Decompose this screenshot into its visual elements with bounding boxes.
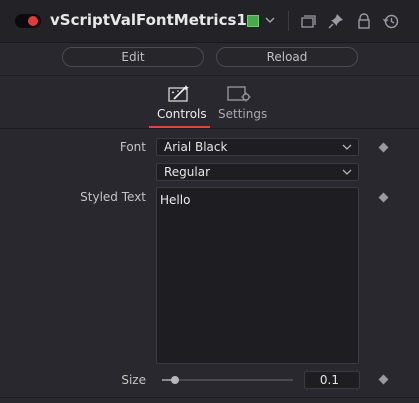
size-slider-handle[interactable] <box>171 376 180 384</box>
font-style-value: Regular <box>164 165 211 179</box>
font-style-select[interactable]: Regular <box>156 163 359 181</box>
chevron-down-icon <box>342 144 352 150</box>
tabs-divider <box>0 128 419 129</box>
toggle-indicator <box>28 16 38 26</box>
bottom-divider <box>0 397 419 398</box>
version-icon[interactable] <box>300 13 316 29</box>
edit-button[interactable]: Edit <box>62 47 204 67</box>
chevron-down-icon <box>342 169 352 175</box>
tool-header: vScriptValFontMetrics1 <box>0 0 419 42</box>
styled-text-keyframe-diamond-icon[interactable] <box>378 192 389 203</box>
reset-icon[interactable] <box>383 13 399 29</box>
controls-wand-icon <box>168 85 189 102</box>
reload-button[interactable]: Reload <box>216 47 358 67</box>
styled-text-input[interactable]: Hello <box>156 187 359 364</box>
size-keyframe-diamond-icon[interactable] <box>378 374 389 385</box>
size-slider-track[interactable] <box>162 379 293 381</box>
tab-settings-label: Settings <box>218 107 268 121</box>
font-keyframe-diamond-icon[interactable] <box>378 142 389 153</box>
size-label: Size <box>121 373 146 387</box>
header-separator <box>288 11 289 31</box>
settings-icon <box>227 86 251 102</box>
tab-controls-label: Controls <box>157 107 207 121</box>
font-family-select[interactable]: Arial Black <box>156 138 359 156</box>
header-divider <box>0 42 419 43</box>
tool-color-swatch[interactable] <box>247 15 259 27</box>
tool-enable-toggle[interactable] <box>15 14 41 28</box>
chevron-down-icon[interactable] <box>264 13 276 27</box>
size-value-input[interactable]: 0.1 <box>304 371 360 389</box>
tool-title: vScriptValFontMetrics1 <box>50 11 247 29</box>
font-family-value: Arial Black <box>164 140 228 154</box>
lock-icon[interactable] <box>356 13 372 29</box>
pin-icon[interactable] <box>328 13 344 29</box>
font-label: Font <box>119 140 146 154</box>
styled-text-label: Styled Text <box>80 190 146 204</box>
toolbar-divider <box>0 75 419 76</box>
